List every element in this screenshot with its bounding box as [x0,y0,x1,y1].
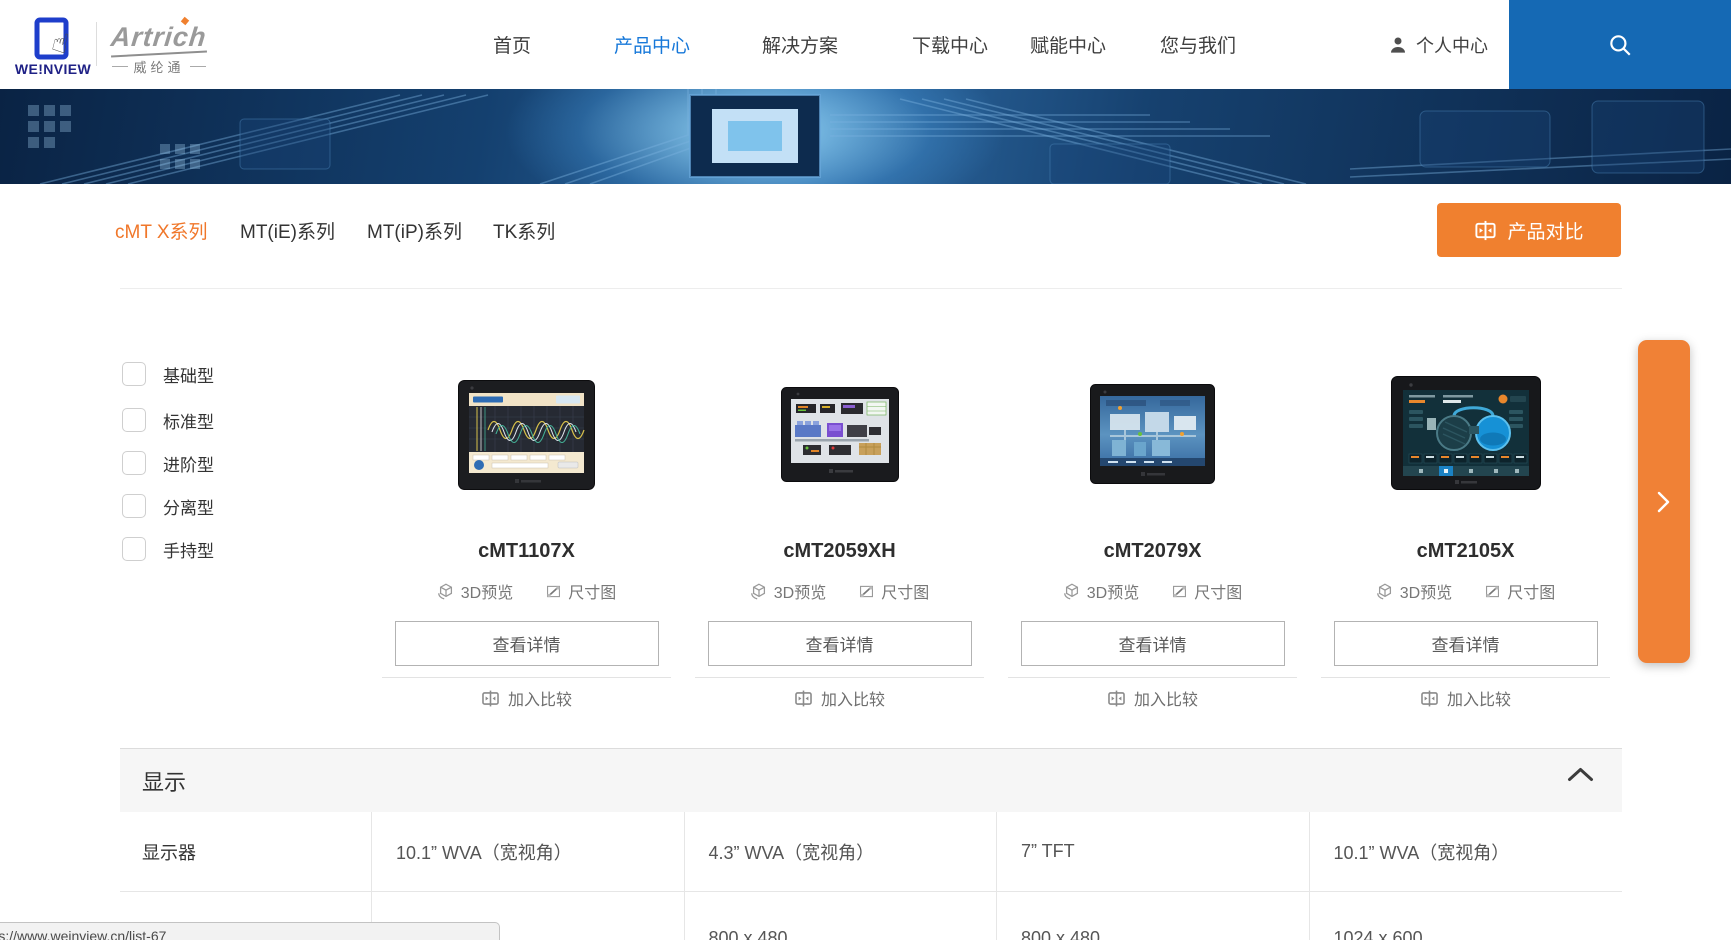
brand-sub-text: 威纶通 [133,57,184,76]
checkbox[interactable] [122,537,146,561]
brand-name: Artrich [110,22,209,53]
add-to-compare-link[interactable]: 加入比较 [996,678,1309,718]
spec-value: 10.1” WVA（宽视角） [372,812,685,891]
nav-item-downloads[interactable]: 下载中心 [912,0,988,89]
series-tabbar: cMT X系列 MT(iE)系列 MT(iP)系列 TK系列 产品对比 [120,184,1622,289]
product-name: cMT2059XH [683,540,996,563]
spec-value: 800 x 480 [685,892,998,940]
circuit-art [0,89,1731,184]
spec-value: 7” TFT [997,812,1310,891]
nav-item-products[interactable]: 产品中心 [614,0,690,89]
product-compare-button[interactable]: 产品对比 [1437,203,1621,257]
dimension-icon [1171,583,1188,600]
view-details-button[interactable]: 查看详情 [395,621,659,666]
hmi-panel-machine-screen [781,387,899,482]
header-divider [96,22,97,66]
checkbox[interactable] [122,408,146,432]
filter-standard[interactable]: 标准型 [122,408,214,432]
nav-item-home[interactable]: 首页 [493,0,531,89]
product-image[interactable] [370,372,683,490]
product-name: cMT2105X [1309,540,1622,563]
search-button[interactable] [1509,0,1731,89]
product-image[interactable] [1309,372,1622,490]
search-icon [1607,32,1633,58]
filter-handheld[interactable]: 手持型 [122,537,214,561]
product-name: cMT2079X [996,540,1309,563]
preview-3d-icon [1063,582,1081,600]
header: ☝ WE!NVIEW Artrich 威纶通 首页 产品中心 解决方案 下载中心… [0,0,1731,89]
hmi-panel-trend-display [458,380,595,490]
preview-3d-icon [1376,582,1394,600]
chevron-up-icon [1567,767,1594,782]
spec-section-title: 显示 [142,765,186,797]
checkbox[interactable] [122,451,146,475]
dimension-link[interactable]: 尺寸图 [858,579,929,603]
tab-mt-ip[interactable]: MT(iP)系列 [367,220,462,246]
preview-3d-link[interactable]: 3D预览 [750,579,826,603]
filter-basic[interactable]: 基础型 [122,362,214,386]
hero-circuit-banner [0,89,1731,184]
spec-section-display: 显示 [120,748,1622,812]
compare-icon [1474,219,1497,242]
dimension-link[interactable]: 尺寸图 [1171,579,1242,603]
product-card: cMT1107X 3D预览 尺寸图 查看详情 [370,372,683,718]
next-products-button[interactable] [1638,340,1690,663]
dimension-icon [1484,583,1501,600]
filter-detached[interactable]: 分离型 [122,494,214,518]
tab-mt-ie[interactable]: MT(iE)系列 [240,220,335,246]
spec-row-label: 显示器 [120,812,372,891]
compare-button-label: 产品对比 [1507,217,1583,244]
spec-table: 显示器 10.1” WVA（宽视角） 4.3” WVA（宽视角） 7” TFT … [120,812,1622,940]
filter-advanced[interactable]: 进阶型 [122,451,214,475]
browser-status-url: https://www.weinview.cn/list-67 [0,922,500,940]
spec-value: 1024 x 600 [1310,892,1623,940]
compare-icon [1107,689,1126,708]
compare-icon [1420,689,1439,708]
preview-3d-link[interactable]: 3D预览 [1376,579,1452,603]
add-to-compare-link[interactable]: 加入比较 [1309,678,1622,718]
user-center-label: 个人中心 [1416,32,1488,58]
dimension-icon [858,583,875,600]
view-details-button[interactable]: 查看详情 [708,621,972,666]
product-image[interactable] [996,372,1309,490]
spec-value: 10.1” WVA（宽视角） [1310,812,1623,891]
user-icon [1388,35,1408,55]
dimension-icon [545,583,562,600]
add-to-compare-link[interactable]: 加入比较 [370,678,683,718]
user-center-link[interactable]: 个人中心 [1388,0,1488,89]
nav-item-enablement[interactable]: 赋能中心 [1030,0,1106,89]
product-card: cMT2059XH 3D预览 尺寸图 查看详情 [683,372,996,718]
collapse-section-button[interactable] [1567,767,1594,787]
next-arrow-icon [1657,491,1671,513]
dimension-link[interactable]: 尺寸图 [545,579,616,603]
view-details-button[interactable]: 查看详情 [1021,621,1285,666]
add-to-compare-link[interactable]: 加入比较 [683,678,996,718]
hmi-panel-process-screen [1090,384,1215,484]
product-image[interactable] [683,372,996,490]
preview-3d-link[interactable]: 3D预览 [437,579,513,603]
preview-3d-icon [437,582,455,600]
preview-3d-icon [750,582,768,600]
hmi-panel-tanks-screen [1391,376,1541,490]
tab-tk[interactable]: TK系列 [493,220,555,246]
nav-item-about[interactable]: 您与我们 [1160,0,1236,89]
product-center-page: ☝ WE!NVIEW Artrich 威纶通 首页 产品中心 解决方案 下载中心… [0,0,1731,940]
compare-icon [481,689,500,708]
spec-value: 800 x 480 [997,892,1310,940]
checkbox[interactable] [122,494,146,518]
tab-cmt-x[interactable]: cMT X系列 [115,220,208,246]
product-card: cMT2079X 3D预览 尺寸图 查看详情 [996,372,1309,718]
spec-value: 4.3” WVA（宽视角） [685,812,998,891]
logo-text: WE!NVIEW [12,61,94,77]
nav-item-solutions[interactable]: 解决方案 [762,0,838,89]
product-name: cMT1107X [370,540,683,563]
product-card: cMT2105X 3D预览 尺寸图 查看详情 [1309,372,1622,718]
compare-icon [794,689,813,708]
spec-row-display: 显示器 10.1” WVA（宽视角） 4.3” WVA（宽视角） 7” TFT … [120,812,1622,892]
brand-logo[interactable]: Artrich 威纶通 [104,22,214,76]
checkbox[interactable] [122,362,146,386]
dimension-link[interactable]: 尺寸图 [1484,579,1555,603]
view-details-button[interactable]: 查看详情 [1334,621,1598,666]
preview-3d-link[interactable]: 3D预览 [1063,579,1139,603]
